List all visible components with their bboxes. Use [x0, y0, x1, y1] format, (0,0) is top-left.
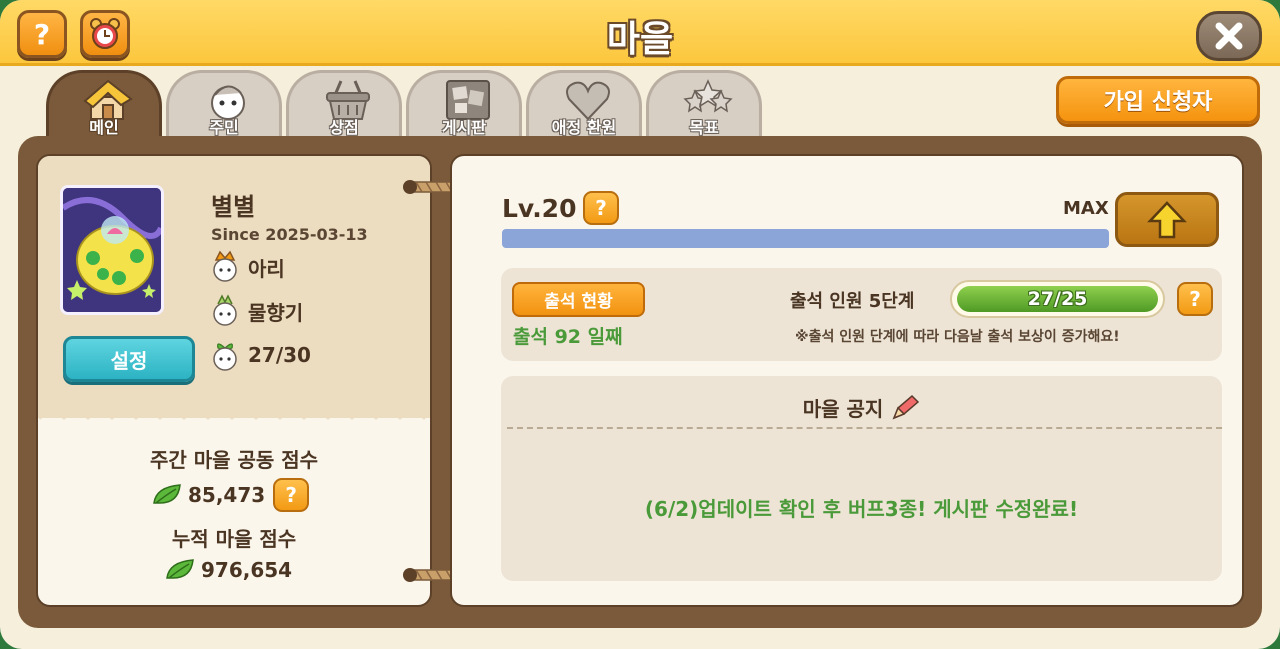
notice-text: (6/2)업데이트 확인 후 버프3종! 게시판 수정완료!	[644, 497, 1079, 521]
total-score-row: 976,654	[165, 558, 292, 582]
level-label: Lv.20	[502, 194, 577, 223]
attendance-help-button[interactable]: ?	[1177, 282, 1213, 316]
sub-leader-name: 물향기	[248, 300, 304, 325]
total-score-label: 누적 마을 점수	[171, 527, 297, 551]
level-max-label: MAX	[1063, 198, 1109, 219]
join-applicants-button[interactable]: 가입 신청자	[1056, 76, 1260, 124]
village-emblem	[60, 185, 164, 315]
arrow-up-icon	[1147, 200, 1187, 238]
leaf-icon	[166, 559, 194, 579]
members-row: 27/30	[210, 337, 311, 373]
sub-leader-icon	[213, 294, 237, 326]
village-since: Since 2025-03-13	[211, 225, 368, 244]
tab-label: 목표	[689, 118, 719, 137]
total-score-value: 976,654	[201, 558, 293, 582]
notice-title: 마을 공지	[501, 393, 1222, 422]
tab-board[interactable]: 게시판	[406, 70, 522, 140]
attendance-note: ※출석 인원 단계에 따라 다음날 출석 보상이 증가해요!	[795, 329, 1120, 345]
weekly-score-value: 85,473	[188, 483, 266, 507]
village-name: 별별	[211, 193, 256, 221]
tab-label: 메인	[89, 118, 119, 137]
attendance-progress-bar: 27/25	[950, 280, 1165, 318]
tab-affection[interactable]: 애정 환원	[526, 70, 642, 140]
tab-label: 애정 환원	[551, 118, 617, 137]
village-window: ? 마을 메인 주민 상점 게시판 애정 환원 목표 가입 신청자 별별 Sin…	[0, 0, 1280, 649]
tab-label: 주민	[209, 118, 239, 137]
village-emblem-icon	[63, 188, 161, 312]
question-icon: ?	[1189, 287, 1201, 311]
close-icon	[1215, 22, 1243, 50]
attendance-status-button[interactable]: 출석 현황	[512, 282, 645, 317]
tab-residents[interactable]: 주민	[166, 70, 282, 140]
level-help-button[interactable]: ?	[583, 191, 619, 225]
window-title: 마을	[606, 19, 674, 60]
attendance-count: 27/25	[1027, 288, 1088, 310]
leader-crown-icon	[213, 250, 237, 282]
zigzag-divider	[38, 404, 430, 420]
leaf-icon	[153, 484, 181, 504]
notice-title-text: 마을 공지	[802, 397, 884, 421]
tab-shop[interactable]: 상점	[286, 70, 402, 140]
notice-divider	[507, 427, 1222, 429]
question-icon: ?	[595, 196, 607, 220]
tab-main[interactable]: 메인	[46, 70, 162, 140]
tab-label: 게시판	[441, 118, 487, 137]
close-button[interactable]	[1196, 11, 1262, 61]
weekly-score-row: 85,473 ?	[152, 478, 310, 512]
level-progress-bar	[502, 229, 1109, 248]
leader-name: 아리	[248, 256, 285, 281]
pencil-icon[interactable]	[890, 394, 920, 422]
attendance-stage: 출석 인원 5단계	[790, 291, 915, 312]
sub-leader-row: 물향기	[210, 293, 303, 329]
members-sprout-icon	[213, 343, 237, 371]
weekly-score-help-button[interactable]: ?	[273, 478, 310, 512]
leader-row: 아리	[210, 249, 285, 285]
question-icon: ?	[285, 483, 297, 507]
attendance-days: 출석 92 일째	[513, 326, 623, 348]
weekly-score-label: 주간 마을 공동 점수	[149, 448, 319, 472]
tab-label: 상점	[329, 118, 359, 137]
settings-button[interactable]: 설정	[63, 336, 195, 382]
level-up-button[interactable]	[1115, 192, 1219, 247]
member-count: 27/30	[248, 343, 311, 367]
tab-goals[interactable]: 목표	[646, 70, 762, 140]
